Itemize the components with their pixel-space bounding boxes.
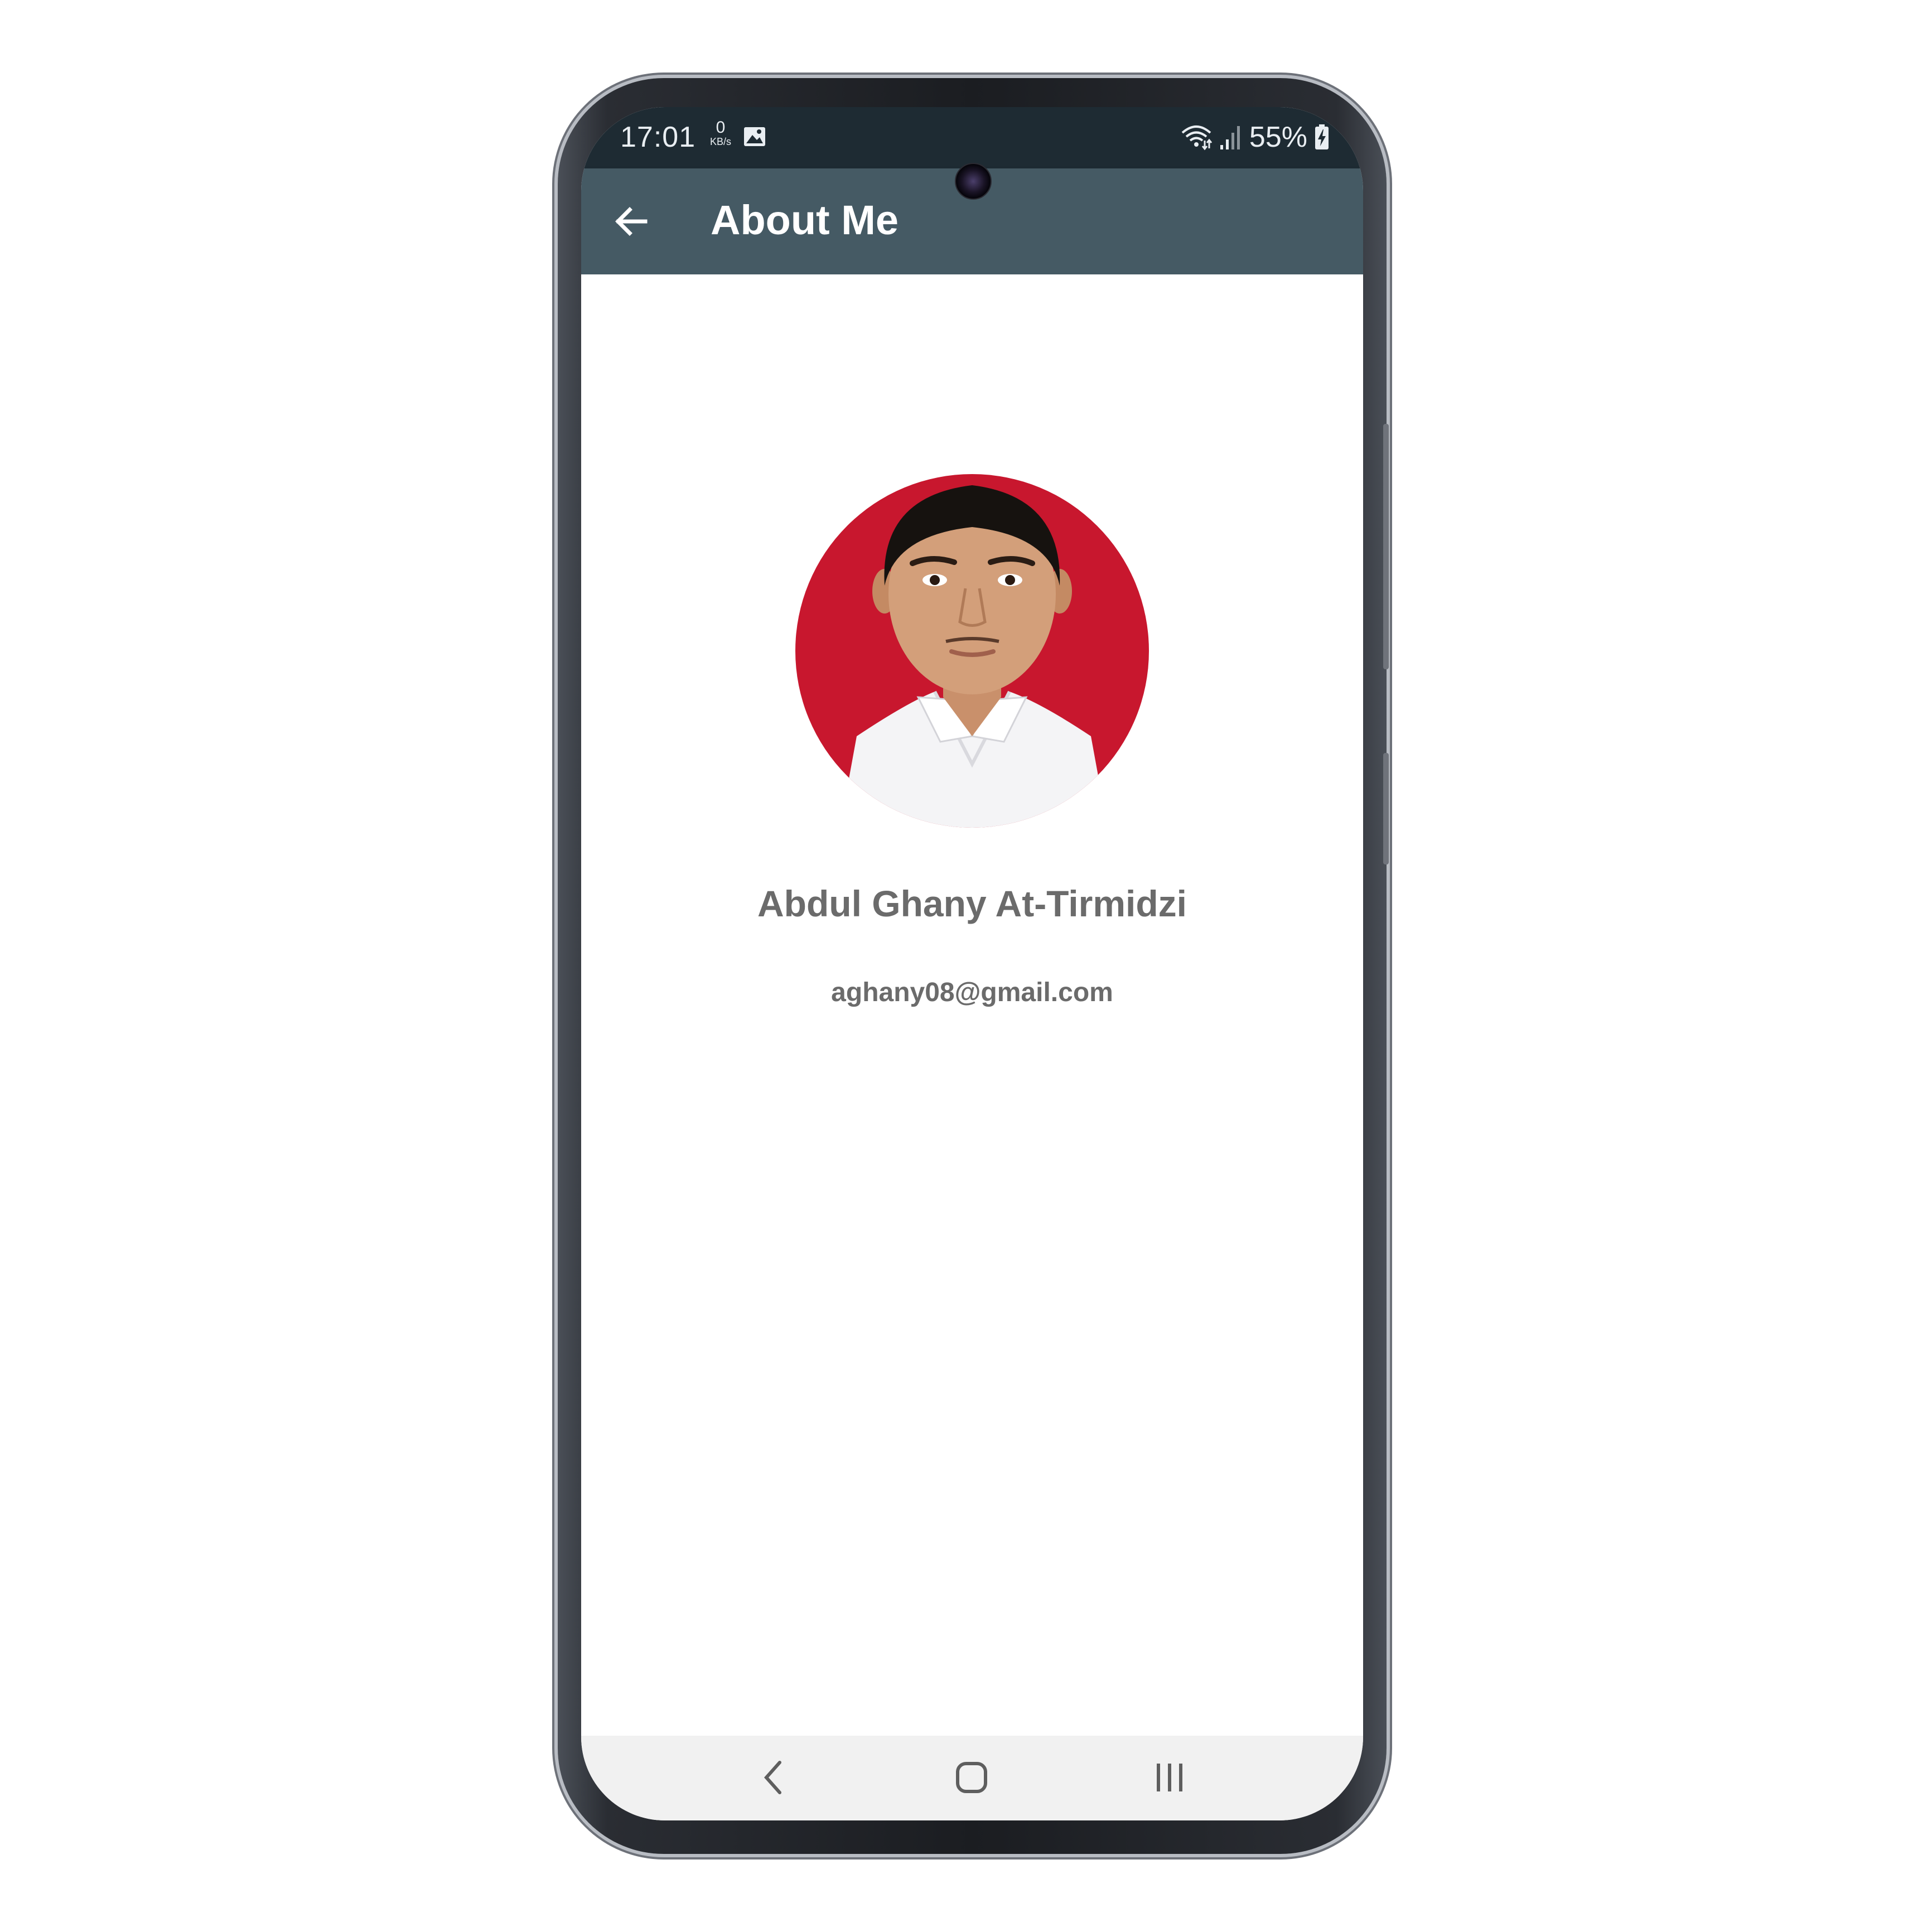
network-speed-unit: KB/s	[709, 136, 731, 147]
nav-recents-button[interactable]	[1139, 1752, 1200, 1803]
profile-photo	[795, 474, 1149, 828]
status-bar: 17:01 0 KB/s 55%	[581, 107, 1363, 168]
status-time: 17:01	[620, 121, 696, 153]
nav-back-button[interactable]	[743, 1752, 804, 1803]
profile-email: aghany08@gmail.com	[831, 978, 1113, 1007]
recents-nav-icon	[1157, 1764, 1182, 1791]
signal-icon	[1220, 126, 1240, 149]
arrow-left-icon	[615, 207, 648, 236]
avatar	[795, 474, 1149, 828]
battery-percent: 55%	[1249, 121, 1307, 153]
stage: 17:01 0 KB/s 55% About Me Abdul Ghany At…	[0, 0, 1932, 1932]
page-title: About Me	[711, 197, 899, 243]
profile-name: Abdul Ghany At-Tirmidzi	[757, 883, 1187, 924]
back-button[interactable]	[603, 194, 659, 249]
phone-volume-button	[1383, 424, 1389, 669]
network-speed: 0 KB/s	[704, 118, 737, 148]
phone-frame: 17:01 0 KB/s 55% About Me Abdul Ghany At…	[558, 78, 1389, 1854]
front-camera	[955, 163, 992, 200]
home-nav-icon	[956, 1762, 987, 1793]
battery-charging-icon	[1315, 124, 1329, 149]
image-icon	[744, 127, 765, 146]
back-nav-icon	[764, 1761, 781, 1794]
phone-screen: 17:01 0 KB/s 55% About Me Abdul Ghany At…	[581, 107, 1363, 1820]
status-right-group: 55%	[1180, 120, 1330, 154]
system-nav-bar	[581, 1736, 1363, 1820]
profile-content: Abdul Ghany At-Tirmidzi aghany08@gmail.c…	[581, 274, 1363, 1736]
nav-home-button[interactable]	[941, 1752, 1002, 1803]
network-speed-value: 0	[716, 118, 726, 137]
phone-power-button	[1383, 753, 1389, 864]
wifi-icon	[1181, 125, 1213, 151]
